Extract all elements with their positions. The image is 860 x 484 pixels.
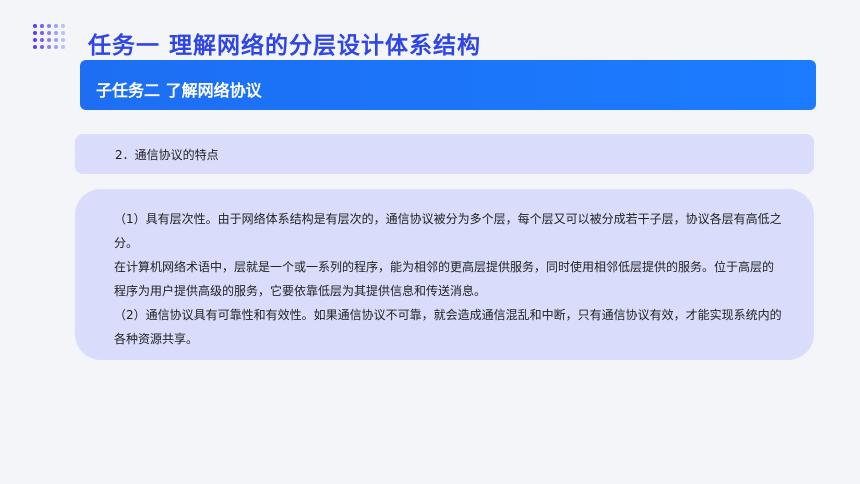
section-heading: 2．通信协议的特点 <box>115 148 219 162</box>
dot <box>61 38 65 42</box>
dot <box>33 45 37 49</box>
dot <box>40 31 44 35</box>
dot <box>33 31 37 35</box>
decorative-dot-grid-icon <box>33 24 67 52</box>
paragraph-hierarchy: （1）具有层次性。由于网络体系结构是有层次的，通信协议被分为多个层，每个层又可以… <box>114 212 782 250</box>
dot <box>47 24 51 28</box>
dot <box>47 38 51 42</box>
dot <box>54 45 58 49</box>
paragraph-layer-definition: 在计算机网络术语中，层就是一个或一系列的程序，能为相邻的更高层提供服务，同时使用… <box>114 260 775 298</box>
dot <box>33 24 37 28</box>
section-header-box: 2．通信协议的特点 <box>75 134 814 174</box>
dot <box>54 38 58 42</box>
dot <box>47 31 51 35</box>
dot <box>47 45 51 49</box>
dot <box>61 31 65 35</box>
dot <box>40 45 44 49</box>
paragraph-reliability: （2）通信协议具有可靠性和有效性。如果通信协议不可靠，就会造成通信混乱和中断，只… <box>114 308 782 346</box>
dot <box>54 31 58 35</box>
dot <box>54 24 58 28</box>
dot <box>61 45 65 49</box>
dot <box>40 38 44 42</box>
dot <box>40 24 44 28</box>
subtitle-banner: 子任务二 了解网络协议 <box>80 60 816 110</box>
content-panel: （1）具有层次性。由于网络体系结构是有层次的，通信协议被分为多个层，每个层又可以… <box>75 189 814 360</box>
dot <box>61 24 65 28</box>
dot <box>33 38 37 42</box>
page-title: 任务一 理解网络的分层设计体系结构 <box>88 33 482 59</box>
subtitle-text: 子任务二 了解网络协议 <box>96 81 262 100</box>
